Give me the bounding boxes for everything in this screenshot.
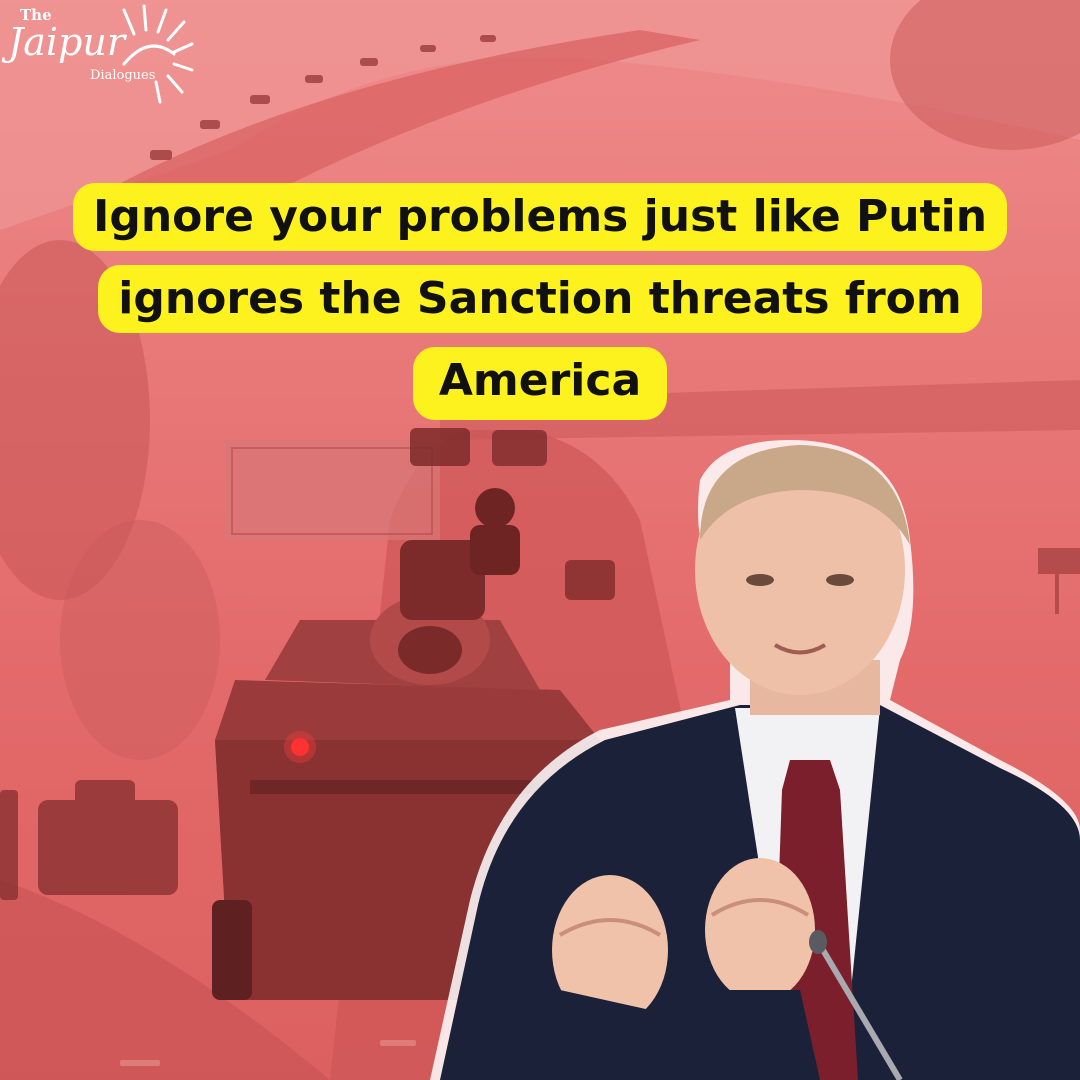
logo-name-text: Jaipur bbox=[8, 20, 126, 64]
post-canvas: The Jaipur Dialogues Ignore your problem… bbox=[0, 0, 1080, 1080]
headline-line-2: ignores the Sanction threats from bbox=[98, 265, 982, 333]
sun-icon bbox=[122, 4, 194, 104]
jaipur-dialogues-logo: The Jaipur Dialogues bbox=[6, 4, 196, 104]
headline-line-3: America bbox=[412, 347, 668, 420]
headline-line-1: Ignore your problems just like Putin bbox=[72, 183, 1008, 251]
convoy-background-image bbox=[0, 0, 1080, 1080]
headline: Ignore your problems just like Putin ign… bbox=[0, 183, 1080, 429]
